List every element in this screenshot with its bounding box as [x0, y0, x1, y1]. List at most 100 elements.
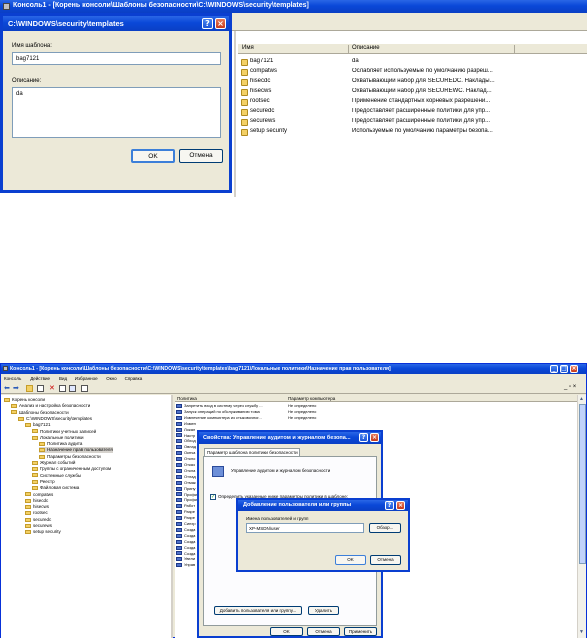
properties-icon[interactable]: [59, 385, 66, 392]
top-window-title: Консоль1 - [Корень консоли\Шаблоны безоп…: [13, 2, 309, 9]
props-apply-button[interactable]: Применить: [344, 627, 377, 636]
list-item[interactable]: hisecws Охватывающий набор для SECUREWC. …: [238, 88, 587, 98]
tree-node-label: hisecdc: [33, 497, 49, 503]
tree-node[interactable]: rootsec: [25, 510, 48, 516]
add-user-button[interactable]: Добавить пользователя или группу...: [214, 606, 302, 615]
column-header-description[interactable]: Описание: [352, 45, 380, 51]
refresh-icon[interactable]: [69, 385, 76, 392]
delete-icon[interactable]: ✕: [49, 384, 55, 392]
props-ok-button[interactable]: OK: [270, 627, 303, 636]
help-icon[interactable]: ?: [359, 433, 368, 442]
list-item[interactable]: compatws Ослабляет используемые по умолча…: [238, 68, 587, 78]
define-checkbox[interactable]: ✓: [210, 494, 216, 500]
close-icon[interactable]: ×: [215, 18, 226, 29]
user-names-input[interactable]: XP-MSDN\user: [246, 523, 364, 533]
column-header-name[interactable]: Имя: [242, 45, 254, 51]
menu-item[interactable]: Консоль: [4, 376, 21, 381]
help-icon[interactable]: [81, 385, 88, 392]
tree-node[interactable]: securedc: [25, 517, 51, 523]
scroll-thumb[interactable]: [579, 404, 586, 564]
vertical-scrollbar[interactable]: ▲ ▼: [577, 395, 586, 638]
folder-icon: [32, 460, 38, 465]
column-header-setting[interactable]: Параметр компьютера: [288, 396, 335, 401]
up-icon[interactable]: [26, 385, 33, 392]
maximize-icon[interactable]: □: [560, 365, 568, 373]
tree-node[interactable]: securews: [25, 523, 52, 529]
tree-node[interactable]: Политика аудита: [39, 441, 82, 447]
list-item[interactable]: hisecdc Охватывающий набор для SECUREDC. …: [238, 78, 587, 88]
add-ok-button[interactable]: OK: [335, 555, 366, 565]
description-textarea[interactable]: da: [12, 87, 221, 138]
template-name-label: Имя шаблона:: [12, 43, 52, 49]
menu-item[interactable]: Окно: [106, 376, 116, 381]
tree-node[interactable]: Системные службы: [32, 473, 81, 479]
help-icon[interactable]: ?: [202, 18, 213, 29]
tree-node-label: hisecws: [33, 504, 50, 510]
template-name-input[interactable]: bag7121: [12, 52, 221, 65]
menu-item[interactable]: Действие: [30, 376, 50, 381]
menu-item[interactable]: Справка: [125, 376, 143, 381]
top-title-bar[interactable]: Консоль1 - [Корень консоли\Шаблоны безоп…: [0, 0, 587, 13]
tree-node[interactable]: setup security: [25, 529, 61, 535]
scroll-up-icon[interactable]: ▲: [579, 396, 584, 402]
user-names-label: Имена пользователей и групп: [246, 516, 309, 521]
template-name-value: bag7121: [16, 56, 40, 62]
forward-icon[interactable]: ➡: [13, 384, 19, 392]
policy-icon: [176, 433, 182, 438]
bottom-toolbar: ⬅ ➡ ✕ _ ▫ ×: [1, 383, 586, 394]
back-icon[interactable]: ⬅: [4, 384, 10, 392]
ok-button[interactable]: OK: [131, 149, 175, 163]
list-item[interactable]: securews Предоставляет расширенные полити…: [238, 118, 587, 128]
tree-node[interactable]: Группы с ограниченным доступом: [32, 466, 111, 472]
policy-icon: [176, 480, 182, 485]
tree-node[interactable]: Политики учетных записей: [32, 429, 96, 435]
mdi-controls[interactable]: _ ▫ ×: [564, 384, 576, 390]
folder-icon: [25, 511, 31, 516]
tree-node[interactable]: compatws: [25, 492, 53, 498]
tree-node[interactable]: C:\WINDOWS\security\templates: [18, 416, 92, 422]
bottom-window-title: Консоль1 - [Корень консоли\Шаблоны безоп…: [10, 365, 391, 372]
template-description: Применение стандартных корневых разрешен…: [352, 98, 491, 104]
bottom-title-bar[interactable]: Консоль1 - [Корень консоли\Шаблоны безоп…: [1, 364, 586, 374]
tree-node[interactable]: Шаблоны безопасности: [11, 410, 69, 416]
template-dialog-title-bar[interactable]: C:\WINDOWS\security\templates ? ×: [3, 16, 229, 31]
list-item[interactable]: bag7121 da: [238, 58, 587, 68]
add-user-dialog-title-bar[interactable]: Добавление пользователя или группы ? ×: [238, 500, 408, 511]
minimize-icon[interactable]: _: [550, 365, 558, 373]
tree-node[interactable]: Анализ и настройка безопасности: [11, 403, 90, 409]
tree-node[interactable]: hisecws: [25, 504, 49, 510]
list-item[interactable]: securedc Предоставляет расширенные полити…: [238, 108, 587, 118]
cancel-button[interactable]: Отмена: [179, 149, 223, 163]
template-icon: [241, 99, 248, 106]
help-icon[interactable]: ?: [385, 501, 394, 510]
policy-icon: [176, 468, 182, 473]
tree-node[interactable]: Параметры безопасности: [39, 454, 101, 460]
menu-item[interactable]: Вид: [59, 376, 67, 381]
browse-button[interactable]: Обзор...: [369, 523, 401, 533]
close-icon[interactable]: ×: [570, 365, 578, 373]
tree-node[interactable]: Файловая система: [32, 485, 79, 491]
close-icon[interactable]: ×: [370, 433, 379, 442]
show-tree-icon[interactable]: [37, 385, 44, 392]
tree-node[interactable]: Журнал событий: [32, 460, 75, 466]
menu-item[interactable]: Избранное: [75, 376, 98, 381]
add-cancel-button[interactable]: Отмена: [370, 555, 401, 565]
close-icon[interactable]: ×: [396, 501, 405, 510]
top-list-view: Имя Описание bag7121 da compatws Ослабляет …: [238, 44, 587, 197]
tab-template-setting[interactable]: Параметр шаблона политики безопасности: [204, 448, 300, 456]
tree-node-label: Журнал событий: [40, 460, 76, 465]
console-tree: Корень консоли Анализ и настройка безопас…: [1, 395, 173, 638]
tree-node[interactable]: Локальные политики: [32, 435, 84, 441]
column-header-policy[interactable]: Политика: [177, 396, 197, 401]
remove-button[interactable]: Удалить: [308, 606, 339, 615]
list-item[interactable]: rootsec Применение стандартных корневых р…: [238, 98, 587, 108]
scroll-down-icon[interactable]: ▼: [579, 629, 584, 635]
policy-icon: [176, 498, 182, 503]
props-cancel-button[interactable]: Отмена: [307, 627, 340, 636]
tree-node[interactable]: hisecdc: [25, 498, 48, 504]
tree-node[interactable]: Реестр: [32, 479, 55, 485]
list-item[interactable]: setup security Используемые по умолчанию …: [238, 128, 587, 138]
tree-node[interactable]: Назначение прав пользователя: [39, 447, 113, 454]
tree-node[interactable]: bag7121: [25, 422, 51, 428]
properties-dialog-title-bar[interactable]: Свойства: Управление аудитом и журналом …: [199, 432, 381, 444]
